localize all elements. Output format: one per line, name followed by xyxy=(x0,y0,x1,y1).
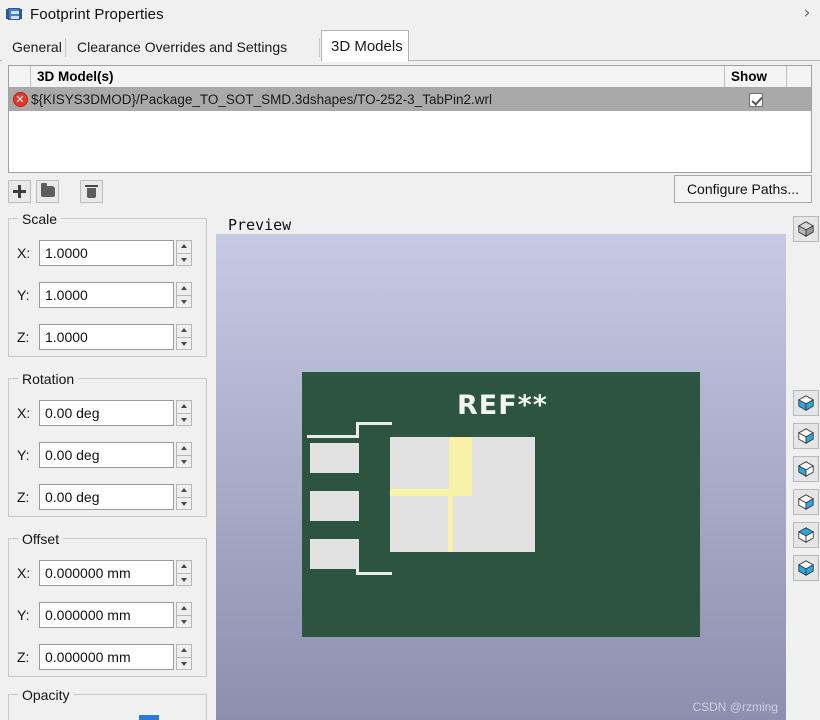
scale-x-row: X: 1.0000 xyxy=(17,240,192,266)
top-view-icon[interactable] xyxy=(793,522,819,548)
back-view-icon[interactable] xyxy=(793,423,819,449)
rotation-y-row: Y: 0.00 deg xyxy=(17,442,192,468)
front-view-icon[interactable] xyxy=(793,390,819,416)
tab-clearance-overrides[interactable]: Clearance Overrides and Settings xyxy=(67,32,321,61)
rotation-z-label: Z: xyxy=(17,489,30,505)
delete-model-button[interactable] xyxy=(80,180,103,203)
right-view-icon[interactable] xyxy=(793,489,819,515)
header-end xyxy=(787,66,811,87)
offset-y-stepper[interactable] xyxy=(176,602,192,628)
pad-2 xyxy=(310,491,359,521)
model-list[interactable]: 3D Model(s) Show ✕ ${KISYS3DMOD}/Package… xyxy=(8,65,812,173)
tab-3d-models[interactable]: 3D Models xyxy=(321,30,409,62)
rotation-x-row: X: 0.00 deg xyxy=(17,400,192,426)
offset-z-label: Z: xyxy=(17,649,30,665)
offset-x-row: X: 0.000000 mm xyxy=(17,560,192,586)
model-list-header: 3D Model(s) Show xyxy=(9,66,811,88)
browse-model-button[interactable] xyxy=(36,180,59,203)
silkscreen-line xyxy=(356,572,392,575)
rotation-y-input[interactable]: 0.00 deg xyxy=(39,442,174,468)
rotation-x-stepper[interactable] xyxy=(176,400,192,426)
offset-z-row: Z: 0.000000 mm xyxy=(17,644,192,670)
scale-z-row: Z: 1.0000 xyxy=(17,324,192,350)
rotation-x-label: X: xyxy=(17,405,31,421)
offset-x-input[interactable]: 0.000000 mm xyxy=(39,560,174,586)
rotation-z-stepper[interactable] xyxy=(176,484,192,510)
scale-y-label: Y: xyxy=(17,287,30,303)
opacity-group-title: Opacity xyxy=(18,687,74,703)
scale-y-row: Y: 1.0000 xyxy=(17,282,192,308)
configure-paths-button[interactable]: Configure Paths... xyxy=(673,175,812,203)
rotation-x-input[interactable]: 0.00 deg xyxy=(39,400,174,426)
scale-group: Scale X: 1.0000 Y: 1.0000 Z: 1.0000 xyxy=(8,211,207,357)
table-row[interactable]: ✕ ${KISYS3DMOD}/Package_TO_SOT_SMD.3dsha… xyxy=(9,88,811,111)
scale-x-stepper[interactable] xyxy=(176,240,192,266)
courtyard-marking xyxy=(449,437,472,494)
model-path-cell[interactable]: ${KISYS3DMOD}/Package_TO_SOT_SMD.3dshape… xyxy=(31,92,725,107)
isometric-view-icon[interactable] xyxy=(793,216,819,242)
courtyard-marking xyxy=(448,494,453,552)
offset-group: Offset X: 0.000000 mm Y: 0.000000 mm Z: … xyxy=(8,531,207,677)
plus-icon xyxy=(13,185,26,198)
scale-y-stepper[interactable] xyxy=(176,282,192,308)
column-header-show[interactable]: Show xyxy=(725,66,787,87)
offset-z-stepper[interactable] xyxy=(176,644,192,670)
close-icon[interactable]: › xyxy=(796,2,818,24)
offset-x-stepper[interactable] xyxy=(176,560,192,586)
model-show-cell[interactable] xyxy=(725,92,787,107)
offset-y-label: Y: xyxy=(17,607,30,623)
offset-z-input[interactable]: 0.000000 mm xyxy=(39,644,174,670)
preview-label: Preview xyxy=(228,216,292,234)
watermark-text: CSDN @rzming xyxy=(692,700,778,714)
scale-x-label: X: xyxy=(17,245,31,261)
folder-icon xyxy=(40,183,55,197)
add-model-button[interactable] xyxy=(8,180,31,203)
pad-3 xyxy=(310,539,359,569)
bottom-view-icon[interactable] xyxy=(793,555,819,581)
trash-icon xyxy=(85,185,98,198)
scale-x-input[interactable]: 1.0000 xyxy=(39,240,174,266)
rotation-z-row: Z: 0.00 deg xyxy=(17,484,192,510)
3d-preview-canvas[interactable]: REF** CSDN @rzming xyxy=(216,234,786,720)
rotation-y-label: Y: xyxy=(17,447,30,463)
show-checkbox[interactable] xyxy=(749,92,763,107)
scale-z-label: Z: xyxy=(17,329,30,345)
courtyard-marking xyxy=(390,489,472,496)
header-corner xyxy=(9,66,31,87)
offset-y-row: Y: 0.000000 mm xyxy=(17,602,192,628)
offset-y-input[interactable]: 0.000000 mm xyxy=(39,602,174,628)
rotation-z-input[interactable]: 0.00 deg xyxy=(39,484,174,510)
rotation-group: Rotation X: 0.00 deg Y: 0.00 deg Z: 0.00… xyxy=(8,371,207,517)
opacity-slider[interactable] xyxy=(139,715,159,720)
scale-group-title: Scale xyxy=(18,211,62,227)
reference-designator-text: REF** xyxy=(457,390,548,421)
silkscreen-line xyxy=(307,435,358,438)
model-list-toolbar: Configure Paths... xyxy=(8,175,812,204)
tab-strip: General Clearance Overrides and Settings… xyxy=(0,30,820,62)
footprint-icon xyxy=(6,7,22,21)
tab-general[interactable]: General xyxy=(2,32,67,61)
offset-group-title: Offset xyxy=(18,531,64,547)
scale-z-stepper[interactable] xyxy=(176,324,192,350)
error-icon: ✕ xyxy=(9,92,31,107)
pad-1 xyxy=(310,443,359,473)
title-bar: Footprint Properties › xyxy=(0,0,820,28)
left-view-icon[interactable] xyxy=(793,456,819,482)
footprint-properties-dialog: Footprint Properties › General Clearance… xyxy=(0,0,820,720)
offset-x-label: X: xyxy=(17,565,31,581)
silkscreen-line xyxy=(356,422,392,425)
opacity-group: Opacity xyxy=(8,687,207,720)
pcb-board: REF** xyxy=(302,372,700,637)
rotation-y-stepper[interactable] xyxy=(176,442,192,468)
rotation-group-title: Rotation xyxy=(18,371,79,387)
scale-y-input[interactable]: 1.0000 xyxy=(39,282,174,308)
window-title: Footprint Properties xyxy=(30,5,164,23)
scale-z-input[interactable]: 1.0000 xyxy=(39,324,174,350)
column-header-model[interactable]: 3D Model(s) xyxy=(31,66,725,87)
